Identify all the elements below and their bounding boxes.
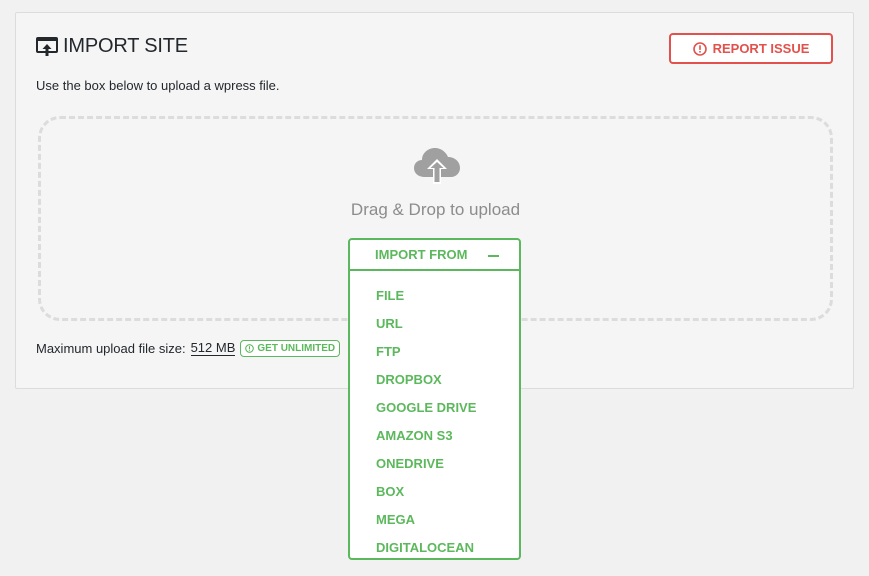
report-issue-button[interactable]: REPORT ISSUE (669, 33, 833, 64)
collapse-icon (488, 255, 499, 257)
import-from-toggle[interactable]: IMPORT FROM (350, 240, 519, 271)
upload-description: Use the box below to upload a wpress fil… (36, 78, 280, 93)
import-source-amazon-s3[interactable]: AMAZON S3 (350, 421, 519, 449)
dropzone-text: Drag & Drop to upload (350, 200, 521, 219)
import-source-dropbox[interactable]: DROPBOX (350, 365, 519, 393)
import-source-google-drive[interactable]: GOOGLE DRIVE (350, 393, 519, 421)
alert-circle-icon (245, 344, 255, 353)
cloud-upload-icon (414, 148, 460, 184)
import-source-file[interactable]: FILE (350, 281, 519, 309)
get-unlimited-label: GET UNLIMITED (257, 343, 336, 354)
import-source-mega[interactable]: MEGA (350, 505, 519, 533)
report-issue-label: REPORT ISSUE (712, 41, 810, 56)
page-title: IMPORT SITE (63, 35, 188, 57)
page-header: IMPORT SITE (36, 35, 188, 58)
get-unlimited-button[interactable]: GET UNLIMITED (240, 340, 341, 357)
import-source-list: FILE URL FTP DROPBOX GOOGLE DRIVE AMAZON… (350, 271, 519, 561)
import-source-digitalocean[interactable]: DIGITALOCEAN (350, 533, 519, 561)
import-source-onedrive[interactable]: ONEDRIVE (350, 449, 519, 477)
import-source-ftp[interactable]: FTP (350, 337, 519, 365)
import-source-box[interactable]: BOX (350, 477, 519, 505)
import-site-icon (36, 36, 58, 56)
import-from-label: IMPORT FROM (375, 247, 468, 262)
import-source-url[interactable]: URL (350, 309, 519, 337)
import-from-menu: IMPORT FROM FILE URL FTP DROPBOX GOOGLE … (348, 238, 521, 560)
upload-limit-label: Maximum upload file size: (36, 341, 186, 356)
upload-limit-size: 512 MB (190, 340, 236, 356)
upload-limit: Maximum upload file size: 512 MB GET UNL… (36, 340, 341, 357)
alert-circle-icon (692, 41, 707, 56)
